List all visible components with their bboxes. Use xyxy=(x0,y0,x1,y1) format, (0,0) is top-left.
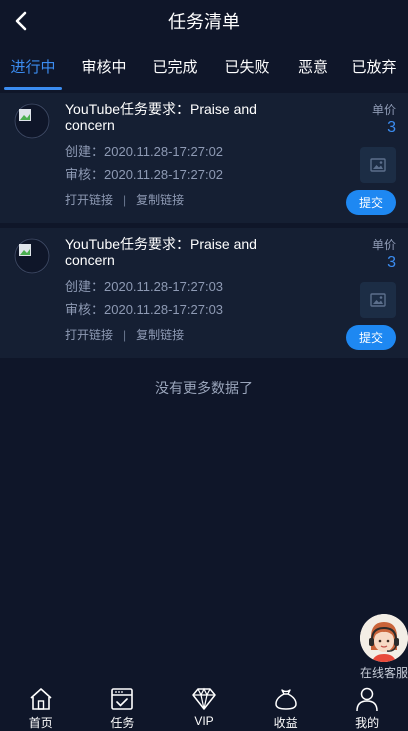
active-tab-indicator xyxy=(4,87,62,90)
upload-image-slot[interactable] xyxy=(360,282,396,318)
price-value: 3 xyxy=(387,119,396,136)
task-icon xyxy=(111,688,134,710)
upload-image-slot[interactable] xyxy=(360,147,396,183)
home-icon xyxy=(30,688,52,710)
tab-label: 恶意 xyxy=(297,58,328,76)
service-agent-avatar xyxy=(360,614,408,662)
no-more-data-text: 没有更多数据了 xyxy=(155,380,253,396)
broken-image-icon xyxy=(14,238,50,274)
tab-label: 审核中 xyxy=(81,58,127,76)
tab-failed[interactable]: 已失败 xyxy=(208,42,286,90)
service-label: 在线客服 xyxy=(360,666,408,680)
nav-task[interactable]: 任务 xyxy=(92,683,152,731)
image-icon xyxy=(370,158,386,172)
status-tabs: 进行中 审核中 已完成 已失败 恶意 已放弃 xyxy=(0,42,408,90)
price-label: 单价 xyxy=(371,103,396,117)
link-actions: 打开链接 | 复制链接 xyxy=(65,191,184,208)
nav-vip[interactable]: VIP xyxy=(174,683,234,731)
top-bar: 任务清单 xyxy=(0,0,408,42)
link-separator: | xyxy=(123,327,127,342)
created-time: 创建：2020.11.28-17:27:02 xyxy=(65,144,224,159)
nav-home[interactable]: 首页 xyxy=(11,683,71,731)
tab-malicious[interactable]: 恶意 xyxy=(286,42,340,90)
link-separator: | xyxy=(123,192,127,207)
chevron-left-icon xyxy=(15,11,27,31)
task-avatar xyxy=(14,103,50,139)
nav-mine[interactable]: 我的 xyxy=(337,683,397,731)
nav-label: VIP xyxy=(194,714,214,728)
open-link-button[interactable]: 打开链接 xyxy=(65,191,113,208)
page-title: 任务清单 xyxy=(168,12,240,32)
nav-earnings[interactable]: 收益 xyxy=(256,683,316,731)
diamond-icon xyxy=(192,687,216,710)
tab-label: 已放弃 xyxy=(351,58,397,76)
price-value: 3 xyxy=(387,254,396,271)
broken-image-icon xyxy=(14,103,50,139)
submit-button[interactable]: 提交 xyxy=(346,325,396,350)
created-time: 创建：2020.11.28-17:27:03 xyxy=(65,279,224,294)
task-card: YouTube任务要求：Praise and concern 创建：2020.1… xyxy=(0,93,408,223)
tab-under-review[interactable]: 审核中 xyxy=(66,42,142,90)
tab-label: 进行中 xyxy=(10,58,56,76)
money-bag-icon xyxy=(274,689,297,710)
task-card: YouTube任务要求：Praise and concern 创建：2020.1… xyxy=(0,228,408,358)
user-icon xyxy=(356,687,378,712)
headset-agent-icon xyxy=(360,614,408,662)
image-icon xyxy=(370,293,386,307)
tab-completed[interactable]: 已完成 xyxy=(142,42,208,90)
nav-label: 收益 xyxy=(273,716,298,730)
copy-link-button[interactable]: 复制链接 xyxy=(136,191,184,208)
price-label: 单价 xyxy=(371,238,396,252)
link-actions: 打开链接 | 复制链接 xyxy=(65,326,184,343)
copy-link-button[interactable]: 复制链接 xyxy=(136,326,184,343)
nav-label: 任务 xyxy=(110,716,135,730)
task-title: YouTube任务要求：Praise and concern xyxy=(65,236,257,268)
tab-label: 已失败 xyxy=(224,58,270,76)
task-avatar xyxy=(14,238,50,274)
tab-in-progress[interactable]: 进行中 xyxy=(0,42,66,90)
submit-button[interactable]: 提交 xyxy=(346,190,396,215)
tab-abandoned[interactable]: 已放弃 xyxy=(340,42,408,90)
nav-label: 我的 xyxy=(355,716,380,730)
reviewed-time: 审核：2020.11.28-17:27:02 xyxy=(65,167,224,182)
bottom-nav: 首页 任务 VIP 收益 我的 xyxy=(0,683,408,731)
online-service-button[interactable]: 在线客服 xyxy=(358,614,408,682)
tab-label: 已完成 xyxy=(152,58,198,76)
nav-label: 首页 xyxy=(28,716,53,730)
task-title: YouTube任务要求：Praise and concern xyxy=(65,101,257,133)
open-link-button[interactable]: 打开链接 xyxy=(65,326,113,343)
back-button[interactable] xyxy=(8,8,34,34)
reviewed-time: 审核：2020.11.28-17:27:03 xyxy=(65,302,224,317)
